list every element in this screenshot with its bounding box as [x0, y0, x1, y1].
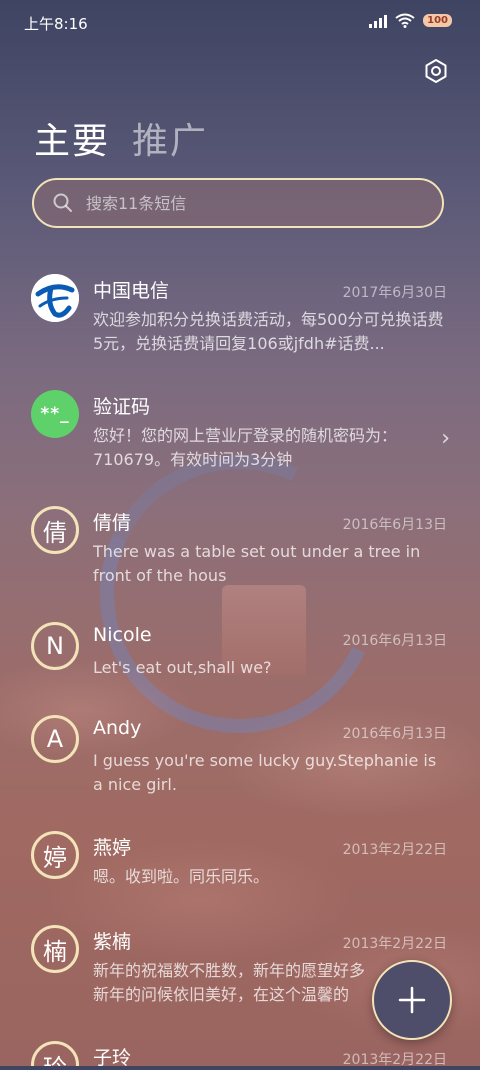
contact-name: 中国电信 [93, 280, 170, 302]
message-date: 2017年6月30日 [342, 285, 447, 301]
signal-icon [369, 14, 388, 28]
message-preview: 嗯。收到啦。同乐同乐。 [93, 867, 270, 886]
avatar: **_ [31, 390, 79, 438]
plus-icon [398, 986, 426, 1014]
contact-name: 燕婷 [93, 837, 132, 859]
search-input[interactable] [84, 192, 418, 214]
message-preview: 您好！您的网上营业厅登录的随机密码为：710679。有效时间为3分钟 [93, 426, 398, 469]
message-date: 2013年2月22日 [342, 842, 447, 858]
avatar: 玲 [31, 1041, 79, 1066]
contact-name: 子玲 [93, 1047, 132, 1066]
status-icons: 100 [369, 13, 452, 28]
conversation-item[interactable]: A Andy 2016年6月13日 I guess you're some lu… [0, 703, 480, 813]
message-date: 2016年6月13日 [342, 633, 447, 649]
tab-primary[interactable]: 主要 [34, 112, 110, 164]
avatar: 倩 [31, 506, 79, 554]
china-telecom-logo-icon [31, 274, 79, 322]
avatar: 婷 [31, 831, 79, 879]
conversation-item[interactable]: 中国电信 2017年6月30日 欢迎参加积分兑换话费活动，每500分可兑换话费5… [0, 262, 480, 372]
message-preview: 欢迎参加积分兑换话费活动，每500分可兑换话费5元，兑换话费请回复106或jfd… [93, 310, 444, 353]
avatar: N [31, 622, 79, 670]
message-preview: There was a table set out under a tree i… [93, 542, 421, 585]
message-date: 2013年2月22日 [342, 936, 447, 952]
avatar: 楠 [31, 925, 79, 973]
search-bar[interactable] [32, 178, 444, 228]
message-preview: Let's eat out,shall we? [93, 658, 272, 677]
settings-button[interactable] [420, 55, 452, 87]
search-icon [53, 193, 72, 212]
compose-button[interactable] [372, 960, 452, 1040]
message-date: 2013年2月22日 [342, 1052, 447, 1066]
gear-icon [425, 59, 447, 83]
conversation-item[interactable]: **_ 验证码 您好！您的网上营业厅登录的随机密码为：710679。有效时间为3… [0, 378, 480, 488]
message-date: 2016年6月13日 [342, 517, 447, 533]
battery-indicator: 100 [423, 14, 452, 27]
contact-name: 验证码 [93, 396, 151, 418]
tab-promotions[interactable]: 推广 [132, 112, 208, 164]
contact-name: 紫楠 [93, 931, 132, 953]
conversation-item[interactable]: 倩 倩倩 2016年6月13日 There was a table set ou… [0, 494, 480, 604]
contact-name: Nicole [93, 624, 152, 646]
message-preview: I guess you're some lucky guy.Stephanie … [93, 751, 437, 794]
message-date: 2016年6月13日 [342, 726, 447, 742]
wifi-icon [395, 13, 415, 28]
message-preview: 新年的祝福数不胜数，新年的愿望好多新年的问候依旧美好，在这个温馨的 [93, 961, 365, 1004]
status-bar: 上午8:16 100 [0, 0, 480, 46]
status-time: 上午8:16 [24, 15, 88, 33]
contact-name: 倩倩 [93, 512, 132, 534]
avatar [31, 274, 79, 322]
chevron-right-icon: › [441, 426, 450, 451]
contact-name: Andy [93, 717, 142, 739]
category-tabs: 主要 推广 [34, 112, 208, 164]
avatar: A [31, 715, 79, 763]
